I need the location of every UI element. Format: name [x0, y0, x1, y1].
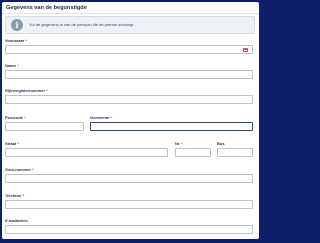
required-marker: *: [22, 193, 25, 198]
gsm-nummer-label: Gsm-nummer *: [5, 167, 34, 172]
bus-label: Bus: [217, 141, 225, 146]
e-mailadres-input[interactable]: [5, 225, 253, 234]
required-marker: *: [17, 141, 20, 146]
rijksregisternummer-label-text: Rijksregisternummer: [5, 88, 46, 93]
voornaam-label-text: Voornaam: [5, 38, 25, 43]
postcode-label-text: Postcode: [5, 115, 24, 120]
beneficiary-form-panel: Gegevens van de begunstigde i Vul de geg…: [2, 2, 259, 239]
postcode-input[interactable]: [5, 122, 84, 131]
postcode-label: Postcode *: [5, 115, 26, 120]
required-marker: *: [24, 115, 26, 120]
gsm-nummer-input[interactable]: [5, 174, 253, 183]
rijksregisternummer-label: Rijksregisternummer *: [5, 88, 48, 93]
required-marker: *: [25, 38, 27, 43]
naam-input[interactable]: [5, 70, 253, 79]
gemeente-input[interactable]: [90, 122, 253, 131]
nr-input[interactable]: [175, 148, 211, 157]
autofill-icon[interactable]: [243, 48, 248, 52]
bus-input[interactable]: [217, 148, 253, 157]
gsm-nummer-label-text: Gsm-nummer: [5, 167, 32, 172]
telefoon-label: Telefoon *: [5, 193, 24, 198]
form-title: Gegevens van de begunstigde: [6, 5, 87, 11]
gemeente-label: Gemeente *: [90, 115, 112, 120]
straat-label-text: Straat: [5, 141, 17, 146]
e-mailadres-label: E-mailadres: [5, 218, 28, 223]
bus-label-text: Bus: [217, 141, 225, 146]
naam-label: Naam *: [5, 63, 19, 68]
required-marker: *: [46, 88, 48, 93]
info-text: Vul de gegevens in van de persoon die de…: [29, 21, 135, 27]
required-marker: *: [110, 115, 113, 120]
required-marker: *: [32, 167, 34, 172]
straat-label: Straat *: [5, 141, 19, 146]
naam-label-text: Naam: [5, 63, 16, 68]
rijksregisternummer-input[interactable]: [5, 95, 253, 104]
info-icon: i: [11, 19, 23, 31]
required-marker: *: [180, 141, 183, 146]
voornaam-label: Voornaam *: [5, 38, 27, 43]
e-mailadres-label-text: E-mailadres: [5, 218, 28, 223]
nr-label: Nr *: [175, 141, 182, 146]
required-marker: *: [17, 63, 19, 68]
straat-input[interactable]: [5, 148, 168, 157]
info-message: i Vul de gegevens in van de persoon die …: [5, 16, 255, 34]
telefoon-input[interactable]: [5, 200, 253, 209]
voornaam-input[interactable]: [5, 45, 253, 54]
gemeente-label-text: Gemeente: [90, 115, 110, 120]
nr-label-text: Nr: [175, 141, 180, 146]
title-divider: [2, 13, 259, 14]
telefoon-label-text: Telefoon: [5, 193, 22, 198]
